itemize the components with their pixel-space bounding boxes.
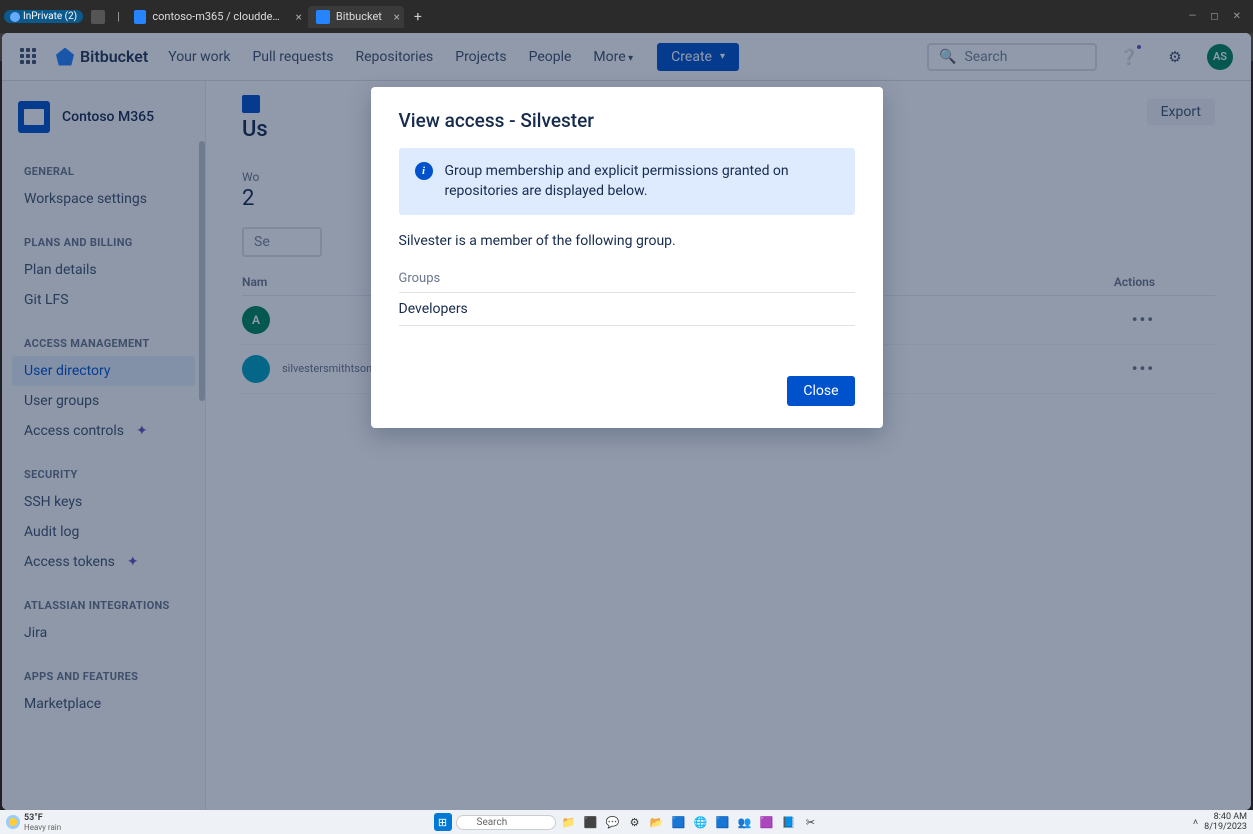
- tab-title: contoso-m365 / clouddemo —: [152, 10, 284, 23]
- new-tab-button[interactable]: +: [406, 9, 430, 25]
- clock-time: 8:40 AM: [1204, 812, 1247, 822]
- view-access-modal: View access - Silvester i Group membersh…: [371, 87, 883, 428]
- info-box: i Group membership and explicit permissi…: [399, 148, 855, 215]
- weather-condition: Heavy rain: [24, 823, 61, 832]
- taskbar-app-icon[interactable]: 🟦: [670, 813, 688, 831]
- tab-icon[interactable]: [91, 10, 105, 24]
- taskbar-app-icon[interactable]: ⬛: [582, 813, 600, 831]
- weather-widget[interactable]: 53°F Heavy rain: [6, 813, 61, 832]
- taskbar-app-icon[interactable]: 🟦: [714, 813, 732, 831]
- groups-header: Groups: [399, 265, 855, 293]
- browser-tab-2[interactable]: Bitbucket ×: [308, 6, 404, 28]
- start-icon[interactable]: ⊞: [434, 813, 452, 831]
- taskbar-app-icon[interactable]: 📘: [780, 813, 798, 831]
- taskbar-app-icon[interactable]: 📁: [560, 813, 578, 831]
- maximize-icon[interactable]: ◻: [1210, 11, 1218, 22]
- taskbar-app-icon[interactable]: 🌐: [692, 813, 710, 831]
- temperature: 53°F: [24, 813, 61, 823]
- close-window-icon[interactable]: ✕: [1233, 11, 1241, 22]
- info-icon: i: [415, 162, 433, 180]
- group-row: Developers: [399, 293, 855, 326]
- taskbar: 53°F Heavy rain ⊞ Search 📁 ⬛ 💬 ⚙ 📂 🟦 🌐 🟦…: [0, 810, 1253, 834]
- taskbar-search[interactable]: Search: [456, 815, 556, 830]
- taskbar-app-icon[interactable]: 💬: [604, 813, 622, 831]
- browser-titlebar: InPrivate (2) | contoso-m365 / clouddemo…: [0, 0, 1253, 33]
- info-text: Group membership and explicit permission…: [445, 162, 839, 201]
- member-text: Silvester is a member of the following g…: [399, 233, 855, 249]
- modal-title: View access - Silvester: [399, 109, 855, 132]
- close-button[interactable]: Close: [787, 376, 854, 406]
- weather-icon: [6, 815, 20, 829]
- inprivate-badge: InPrivate (2): [4, 10, 83, 23]
- tab-title: Bitbucket: [336, 10, 382, 23]
- tab-close-icon[interactable]: ×: [393, 10, 399, 24]
- browser-tab-1[interactable]: contoso-m365 / clouddemo — ×: [126, 6, 306, 28]
- taskbar-app-icon[interactable]: ✂: [802, 813, 820, 831]
- tab-close-icon[interactable]: ×: [295, 10, 301, 24]
- taskbar-app-icon[interactable]: 👥: [736, 813, 754, 831]
- tray-icon[interactable]: ˄: [1193, 817, 1198, 828]
- window-controls: — ◻ ✕: [1188, 11, 1249, 22]
- taskbar-app-icon[interactable]: 🟪: [758, 813, 776, 831]
- minimize-icon[interactable]: —: [1188, 11, 1196, 22]
- tab-separator: |: [117, 10, 120, 23]
- app-viewport: Bitbucket Your work Pull requests Reposi…: [2, 33, 1251, 810]
- taskbar-app-icon[interactable]: 📂: [648, 813, 666, 831]
- taskbar-app-icon[interactable]: ⚙: [626, 813, 644, 831]
- clock-date: 8/19/2023: [1204, 822, 1247, 832]
